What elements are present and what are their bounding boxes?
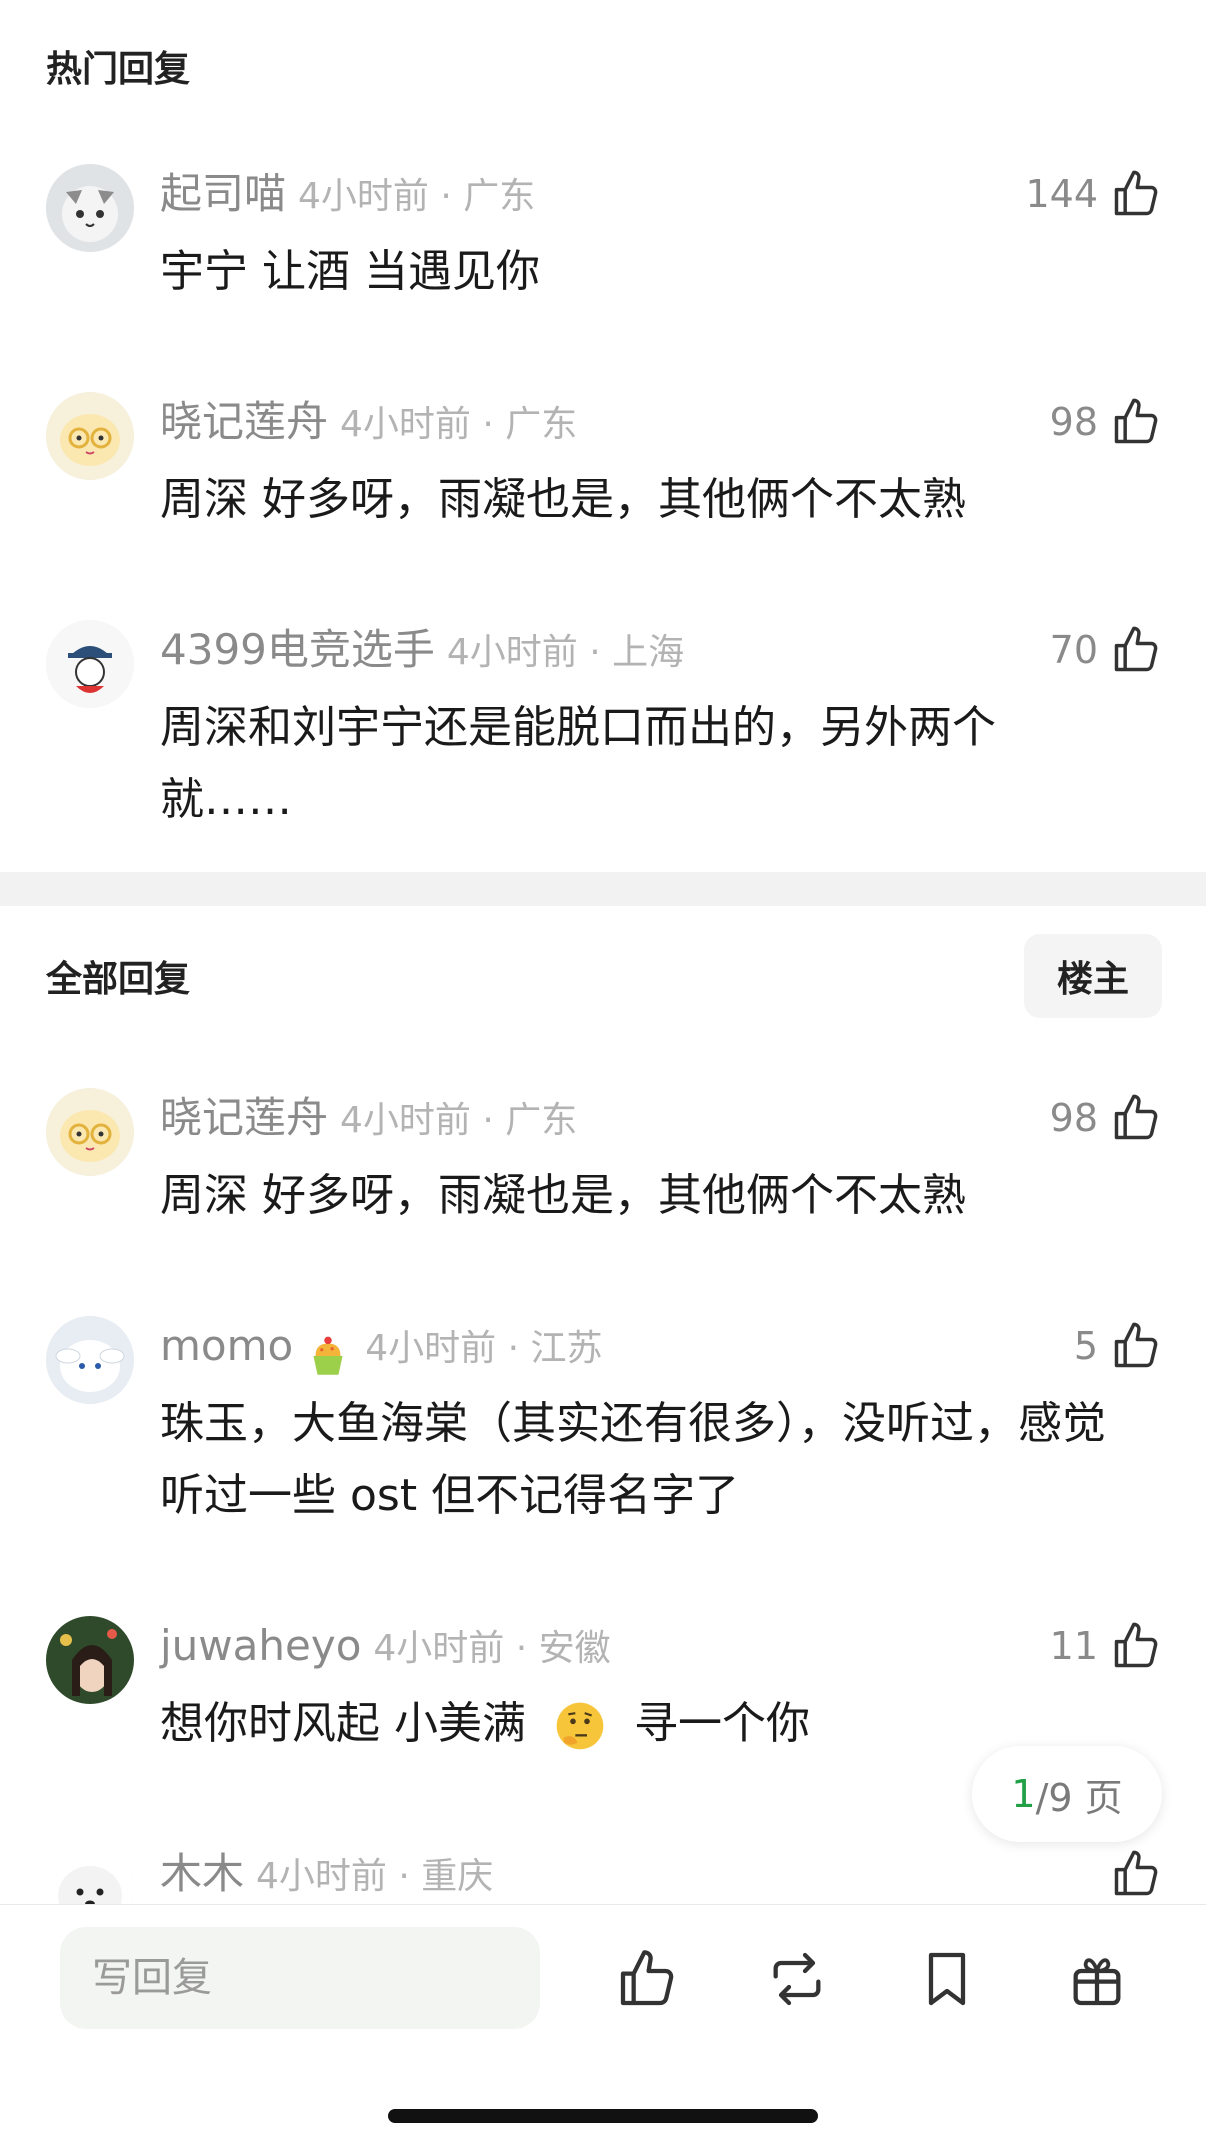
like-count: 144 [1025, 172, 1098, 216]
avatar[interactable] [46, 1088, 134, 1176]
comment-meta: 4小时前 · 上海 [446, 632, 685, 673]
all-replies-title: 全部回复 [46, 959, 191, 1000]
thinking-face-emoji-icon [556, 1702, 604, 1750]
user-name[interactable]: momo [160, 1321, 293, 1370]
list-item[interactable]: 木木 4小时前 · 重庆 [0, 1844, 1206, 1904]
reply-input[interactable]: 写回复 [60, 1927, 540, 2029]
thumb-up-icon[interactable] [1110, 624, 1162, 676]
user-name[interactable]: 晓记莲舟 [160, 1093, 328, 1142]
thumb-up-icon[interactable] [1110, 168, 1162, 220]
thumb-up-icon[interactable] [1110, 1320, 1162, 1372]
section-divider [0, 872, 1206, 906]
avatar[interactable] [46, 164, 134, 252]
avatar[interactable] [46, 392, 134, 480]
comment-text: 宇宁 让酒 当遇见你 [160, 246, 540, 297]
comment-meta: 4小时前 · 广东 [298, 176, 536, 217]
bookmark-icon[interactable] [915, 1947, 979, 2011]
like-button[interactable]: 98 [1050, 392, 1162, 452]
like-count: 11 [1049, 1624, 1098, 1668]
thumb-up-icon[interactable] [1110, 396, 1162, 448]
total-pages: /9 页 [1035, 1775, 1123, 1820]
thumb-up-icon[interactable] [1110, 1620, 1162, 1672]
comment-text: 周深和刘宇宁还是能脱口而出的，另外两个就…… [160, 702, 996, 825]
comment-meta: 4小时前 · 江苏 [365, 1328, 603, 1369]
comment-meta: 4小时前 · 安徽 [373, 1628, 611, 1669]
repost-icon[interactable] [765, 1947, 829, 2011]
thumb-up-icon[interactable] [615, 1947, 679, 2011]
like-button[interactable]: 70 [1050, 620, 1162, 680]
user-name[interactable]: 起司喵 [160, 169, 286, 218]
comment-text-part: 想你时风起 小美满 [160, 1698, 526, 1749]
like-count: 98 [1049, 400, 1098, 444]
like-button[interactable]: 98 [1050, 1088, 1162, 1148]
like-button[interactable]: 5 [1074, 1316, 1162, 1376]
comment-text-part: 寻一个你 [634, 1698, 810, 1749]
comment-meta: 4小时前 · 重庆 [256, 1856, 494, 1897]
gift-icon[interactable] [1065, 1947, 1129, 2011]
comment-meta: 4小时前 · 广东 [340, 404, 578, 445]
cupcake-emoji-icon [313, 1336, 343, 1375]
like-button[interactable] [1110, 1844, 1162, 1904]
user-name[interactable]: 4399电竞选手 [160, 625, 435, 674]
user-name[interactable]: juwaheyo [160, 1621, 361, 1670]
thumb-up-icon[interactable] [1110, 1092, 1162, 1144]
avatar[interactable] [46, 620, 134, 708]
user-name[interactable]: 木木 [160, 1849, 244, 1898]
avatar[interactable] [46, 1616, 134, 1704]
avatar[interactable] [46, 1316, 134, 1404]
home-indicator [388, 2109, 818, 2123]
like-count: 5 [1073, 1324, 1098, 1368]
bottom-action-bar: 写回复 [0, 1904, 1206, 2145]
hot-replies-title: 热门回复 [46, 49, 191, 90]
comment-text: 想你时风起 小美满 寻一个你 [160, 1688, 1120, 1760]
comment-text: 珠玉，大鱼海棠（其实还有很多），没听过，感觉听过一些 ost 但不记得名字了 [160, 1398, 1106, 1521]
user-name[interactable]: 晓记莲舟 [160, 397, 328, 446]
comment-text: 周深 好多呀，雨凝也是，其他俩个不太熟 [160, 474, 966, 525]
avatar[interactable] [46, 1844, 134, 1904]
owner-only-button[interactable]: 楼主 [1024, 934, 1162, 1018]
like-count: 70 [1049, 628, 1098, 672]
comment-meta: 4小时前 · 广东 [340, 1100, 578, 1141]
comment-text: 周深 好多呀，雨凝也是，其他俩个不太熟 [160, 1170, 966, 1221]
thumb-up-icon[interactable] [1110, 1848, 1162, 1900]
current-page: 1 [1011, 1772, 1036, 1816]
page-indicator[interactable]: 1/9 页 [972, 1746, 1162, 1842]
like-button[interactable]: 144 [1025, 164, 1162, 224]
like-count: 98 [1049, 1096, 1098, 1140]
like-button[interactable]: 11 [1050, 1616, 1162, 1676]
